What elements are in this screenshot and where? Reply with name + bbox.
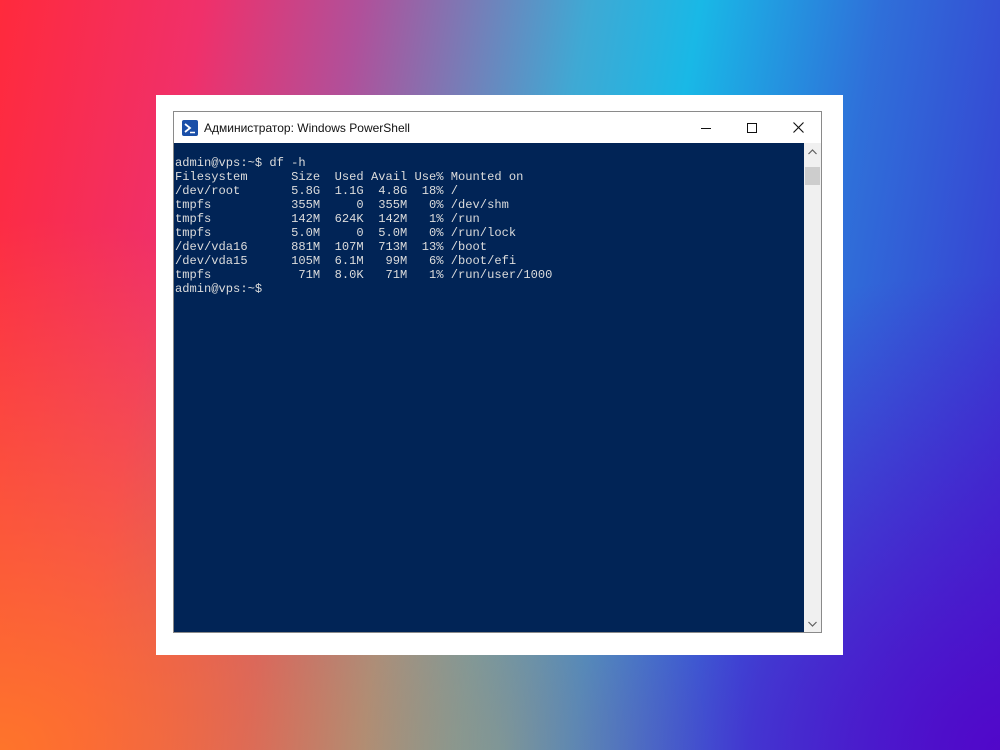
- powershell-window[interactable]: Администратор: Windows PowerShell admin@…: [173, 111, 822, 633]
- terminal-line: /dev/vda15 105M 6.1M 99M 6% /boot/efi: [175, 254, 517, 268]
- terminal-line: tmpfs 355M 0 355M 0% /dev/shm: [175, 198, 509, 212]
- powershell-icon: [182, 119, 198, 136]
- terminal-line: Filesystem Size Used Avail Use% Mounted …: [175, 170, 524, 184]
- window-title: Администратор: Windows PowerShell: [204, 120, 410, 135]
- terminal-line: /dev/vda16 881M 107M 713M 13% /boot: [175, 240, 488, 254]
- minimize-icon: [701, 127, 711, 129]
- terminal-prompt: admin@vps:~$: [175, 282, 263, 296]
- maximize-button[interactable]: [729, 112, 775, 143]
- scroll-down-button[interactable]: [804, 615, 821, 632]
- terminal-line: tmpfs 5.0M 0 5.0M 0% /run/lock: [175, 226, 517, 240]
- terminal-line: tmpfs 71M 8.0K 71M 1% /run/user/1000: [175, 268, 553, 282]
- terminal-line: admin@vps:~$ df -h: [175, 156, 306, 170]
- terminal-output[interactable]: admin@vps:~$ df -h Filesystem Size Used …: [174, 143, 804, 632]
- maximize-icon: [747, 122, 757, 133]
- terminal-line: tmpfs 142M 624K 142M 1% /run: [175, 212, 480, 226]
- close-icon: [792, 122, 804, 133]
- minimize-button[interactable]: [683, 112, 729, 143]
- scroll-up-button[interactable]: [804, 143, 821, 160]
- title-bar[interactable]: Администратор: Windows PowerShell: [174, 112, 821, 143]
- chevron-down-icon: [808, 621, 817, 627]
- window-controls: [683, 112, 821, 143]
- chevron-up-icon: [808, 148, 817, 154]
- scroll-thumb[interactable]: [805, 167, 820, 185]
- close-button[interactable]: [775, 112, 821, 143]
- vertical-scrollbar[interactable]: [804, 143, 821, 632]
- terminal-line: /dev/root 5.8G 1.1G 4.8G 18% /: [175, 184, 459, 198]
